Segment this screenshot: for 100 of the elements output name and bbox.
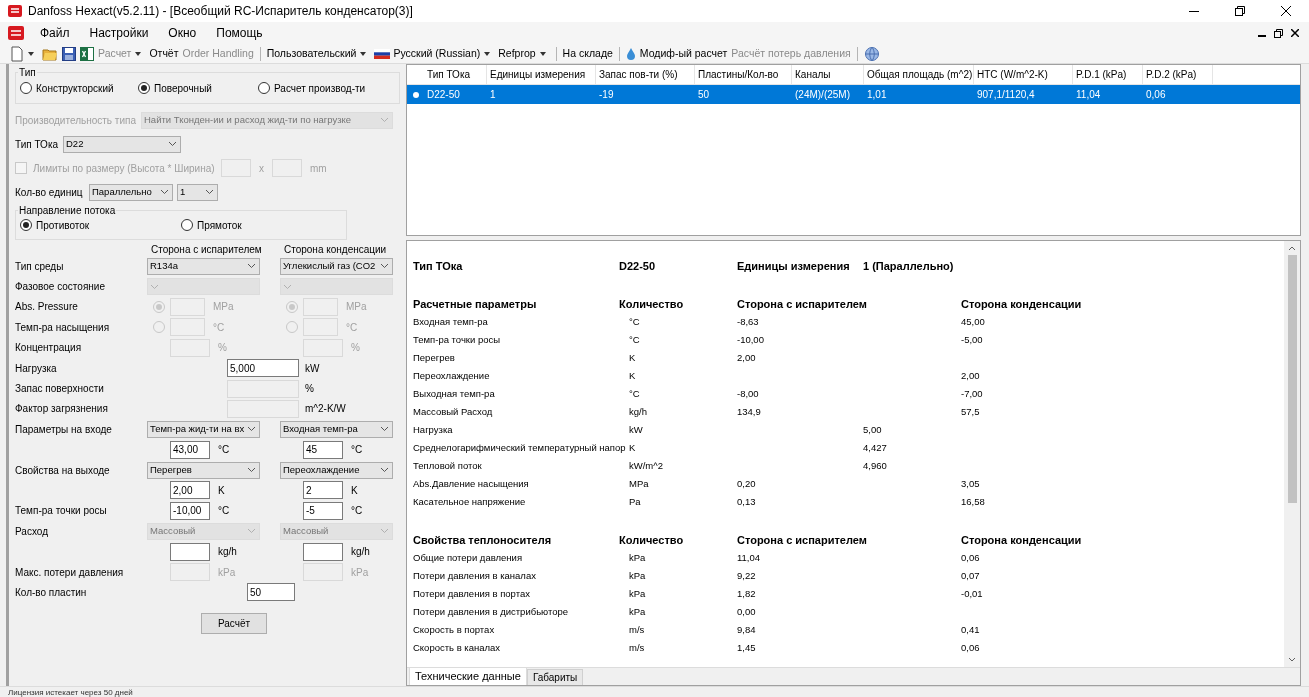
column-header[interactable]: Общая площадь (m^2) <box>864 65 974 85</box>
table-cell-text: D22-50 <box>426 88 461 102</box>
group-legend: Направление потока <box>18 203 117 218</box>
value-text: -10,00 <box>737 332 765 347</box>
globe-icon[interactable] <box>863 45 880 62</box>
column-header[interactable]: Пластины/Кол-во <box>695 65 792 85</box>
chevron-icon <box>247 263 256 270</box>
unit-text: kg/h <box>629 404 648 419</box>
new-document-icon[interactable] <box>10 45 24 62</box>
minimize-icon <box>1189 10 1199 12</box>
menu-item[interactable]: Помощь <box>206 23 273 43</box>
column-header[interactable]: Каналы <box>792 65 864 85</box>
dropdown-button[interactable]: Русский (Russian) <box>374 45 495 62</box>
dropdown[interactable]: R134a <box>147 257 260 275</box>
dropdown-button[interactable]: Refprop <box>498 45 550 62</box>
column-header[interactable]: P.D.1 (kPa) <box>1073 65 1143 85</box>
table-cell-text: 0,06 <box>1145 88 1167 102</box>
value-text: -7,00 <box>961 386 984 401</box>
calculate-button[interactable]: Расчёт <box>201 612 267 634</box>
unit-text: K <box>629 350 637 365</box>
table-row[interactable]: D22-50 1 -19 50 (24M)/(25M) 1,01 907,1/1120,4 11,04 0,06 <box>407 85 1300 104</box>
dropdown[interactable]: Входная темп-ра <box>280 420 393 438</box>
field-label: Макс. потери давления <box>15 565 125 580</box>
radio-button[interactable]: Конструкторский <box>20 80 138 96</box>
parameter-name: Входная темп-ра <box>413 314 489 329</box>
drop-icon[interactable] <box>625 47 636 60</box>
close-icon[interactable] <box>1291 29 1299 37</box>
parameter-name: Потери давления в дистрибьюторе <box>413 604 570 619</box>
parameter-name: Общие потери давления <box>413 550 524 565</box>
radio-button[interactable]: Расчет производ-ти <box>258 80 366 96</box>
parameter-name: Нагрузка <box>413 422 454 437</box>
parameter-name: Массовый Расход <box>413 404 494 419</box>
radio-button[interactable]: Поверочный <box>138 80 258 96</box>
chevron-icon <box>380 426 389 433</box>
input-field[interactable]: 2 <box>303 481 343 500</box>
unit-label: kPa <box>218 565 236 580</box>
column-header[interactable]: Единицы измерения <box>487 65 596 85</box>
restore-icon <box>1235 6 1245 16</box>
status-text: Лицензия истекает через 50 дней <box>8 687 133 697</box>
column-header[interactable]: Тип ТОка <box>424 65 487 85</box>
chevron-icon <box>380 117 389 123</box>
field-label: Тип среды <box>15 259 65 274</box>
input-field[interactable]: 50 <box>247 583 295 602</box>
parameter-name: Потери давления в каналах <box>413 568 537 583</box>
input-field[interactable]: -5 <box>303 501 343 520</box>
checkbox[interactable] <box>15 162 27 174</box>
tab[interactable]: Технические данные <box>409 667 527 685</box>
chevron-icon <box>380 467 389 474</box>
column-header[interactable]: P.D.2 (kPa) <box>1143 65 1213 85</box>
caret-icon <box>539 51 546 56</box>
dropdown[interactable]: 1 <box>177 183 218 201</box>
dropdown[interactable]: Темп-ра жид-ти на вх <box>147 420 260 438</box>
chevron-icon <box>168 141 177 147</box>
input-field[interactable]: 43,00 <box>170 440 210 459</box>
dropdown[interactable]: Перегрев <box>147 461 260 479</box>
value-text: 0,20 <box>737 476 757 491</box>
menu-item[interactable]: Файл <box>30 23 80 43</box>
dropdown-button[interactable]: Пользовательский <box>266 45 371 62</box>
section-heading: Сторона с испарителем <box>737 296 868 312</box>
input-field[interactable] <box>170 542 210 561</box>
dropdown[interactable]: Переохлаждение <box>280 461 393 479</box>
input-field[interactable]: 2,00 <box>170 481 210 500</box>
input-field[interactable] <box>303 542 343 561</box>
dropdown[interactable]: Параллельно <box>89 183 173 201</box>
value-text: -8,00 <box>737 386 760 401</box>
column-header[interactable]: HTC (W/m^2-K) <box>974 65 1073 85</box>
input-field[interactable]: -10,00 <box>170 501 210 520</box>
input-field[interactable]: 5,000 <box>227 359 299 378</box>
selected-row-icon <box>412 91 419 98</box>
input-field[interactable]: 45 <box>303 440 343 459</box>
toolbar-button[interactable]: На складе <box>562 45 613 62</box>
column-header[interactable]: Запас пов-ти (%) <box>596 65 695 85</box>
summary-text: Тип ТОка <box>413 258 464 274</box>
toolbar-button[interactable]: Модиф-ый расчет <box>639 45 728 62</box>
radio-button[interactable]: Противоток <box>20 217 181 233</box>
caret-icon <box>135 51 142 56</box>
spreadsheet-icon[interactable] <box>80 46 94 61</box>
dropdown[interactable]: D22 <box>63 135 181 153</box>
restore-icon[interactable] <box>1274 28 1283 38</box>
tab[interactable]: Габариты <box>526 669 584 685</box>
menu-item[interactable]: Окно <box>158 23 207 43</box>
section-heading: Сторона конденсации <box>961 296 1083 312</box>
table-cell-text: 907,1/1120,4 <box>976 88 1036 102</box>
table-cell-text: 11,04 <box>1075 88 1102 102</box>
section-heading: Количество <box>619 532 685 548</box>
scroll-thumb[interactable] <box>1287 255 1297 503</box>
radio-button[interactable]: Прямоток <box>181 217 242 233</box>
parameter-name: Тепловой поток <box>413 458 483 473</box>
summary-text: Единицы измерения <box>737 258 851 274</box>
save-icon[interactable] <box>62 46 76 61</box>
scrollbar[interactable] <box>1284 241 1300 667</box>
value-text: 9,84 <box>737 622 757 637</box>
unit-text: kPa <box>629 604 647 619</box>
parameter-name: Скорость в портах <box>413 622 496 637</box>
toolbar-button[interactable]: Отчёт <box>149 45 179 62</box>
value-text: 0,06 <box>961 550 981 565</box>
menu-item[interactable]: Настройки <box>79 23 159 43</box>
unit-text: MPa <box>629 476 650 491</box>
value-text: 0,00 <box>737 604 757 619</box>
dropdown[interactable]: Углекислый газ (CO2 <box>280 257 393 275</box>
